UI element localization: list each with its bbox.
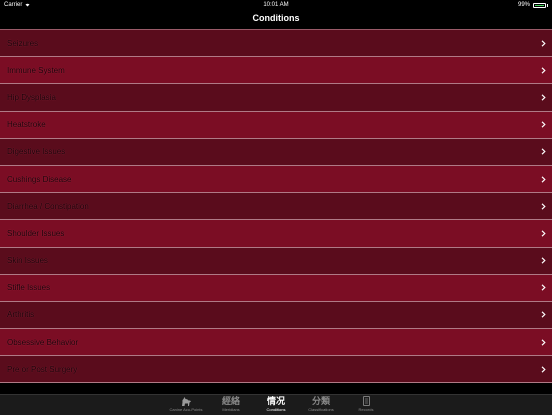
battery-status: 99% — [518, 0, 548, 10]
conditions-icon: 情况 — [266, 396, 285, 406]
list-item[interactable]: Heatstroke — [0, 111, 552, 139]
navigation-bar: Conditions — [0, 10, 552, 29]
list-item-label: Stifle Issues — [7, 283, 51, 293]
chevron-right-icon — [541, 39, 546, 47]
conditions-list[interactable]: Seizures Immune System Hip Dysplasia Heatst… — [0, 29, 552, 395]
list-item[interactable]: Arthritis — [0, 301, 552, 330]
battery-icon — [533, 2, 546, 8]
tab-records[interactable]: Records — [344, 395, 389, 415]
list-item[interactable]: Skin Issues — [0, 247, 552, 275]
dog-icon — [180, 395, 192, 407]
tab-label: Records — [358, 407, 374, 412]
list-item-label: Pre or Post Surgery — [7, 364, 78, 374]
list-item[interactable]: Cushings Disease — [0, 165, 552, 194]
list-item[interactable]: Immune System — [0, 57, 552, 85]
chevron-right-icon — [541, 148, 546, 155]
battery-tip — [547, 3, 548, 7]
chevron-right-icon — [541, 203, 546, 210]
list-item-label: Arthritis — [7, 310, 35, 320]
battery-percent: 99% — [517, 2, 530, 8]
chevron-right-icon — [541, 366, 546, 373]
list-item-label: Shoulder Issues — [7, 228, 65, 238]
list-item-label: Hip Dysplasia — [7, 92, 56, 102]
chevron-right-icon — [541, 257, 546, 264]
tab-label: Conditions — [266, 407, 286, 412]
list-item[interactable]: Digestive Issues — [0, 138, 552, 166]
chevron-right-icon — [541, 94, 546, 101]
chevron-right-icon — [541, 284, 546, 291]
page-title: Conditions — [252, 13, 300, 23]
tab-canine-acu-points[interactable]: Canine Acu-Points — [164, 395, 209, 415]
list-item[interactable]: Hip Dysplasia — [0, 84, 552, 112]
list-item-label: Cushings Disease — [7, 174, 72, 184]
list-item-label: Seizures — [7, 38, 39, 48]
status-bar: Carrier 10:01 AM 99% — [0, 0, 552, 10]
list-item[interactable]: Obsessive Behavior — [0, 329, 552, 357]
chevron-right-icon — [541, 121, 546, 128]
list-item-label: Immune System — [7, 65, 65, 75]
status-time: 10:01 AM — [263, 2, 289, 8]
chevron-right-icon — [541, 311, 546, 319]
meridians-icon: 經絡 — [221, 396, 240, 406]
tab-label: Classifications — [308, 407, 334, 412]
list-item-label: Obsessive Behavior — [7, 337, 79, 347]
tab-conditions[interactable]: 情况 Conditions — [254, 395, 299, 415]
list-item-label: Heatstroke — [7, 120, 46, 130]
tab-label: Canine Acu-Points — [169, 407, 203, 412]
list-item-label: Digestive Issues — [7, 147, 66, 157]
chevron-right-icon — [541, 230, 546, 237]
book-icon — [362, 395, 370, 407]
list-item-label: Skin Issues — [7, 256, 48, 266]
list-item[interactable]: Diarrhea / Constipation — [0, 193, 552, 221]
list-item[interactable]: Stifle Issues — [0, 274, 552, 302]
chevron-right-icon — [541, 339, 546, 346]
classifications-icon: 分類 — [311, 396, 330, 406]
chevron-right-icon — [541, 175, 546, 183]
tab-classifications[interactable]: 分類 Classifications — [299, 395, 344, 415]
tab-meridians[interactable]: 經絡 Meridians — [209, 395, 254, 415]
tab-bar: Canine Acu-Points 經絡 Meridians 情况 Conditions… — [0, 394, 552, 415]
list-item[interactable]: Seizures — [0, 30, 552, 58]
list-item[interactable]: Shoulder Issues — [0, 220, 552, 248]
list-item-label: Diarrhea / Constipation — [7, 201, 89, 211]
tab-label: Meridians — [222, 407, 240, 412]
list-item[interactable]: Pre or Post Surgery — [0, 356, 552, 384]
chevron-right-icon — [541, 67, 546, 74]
